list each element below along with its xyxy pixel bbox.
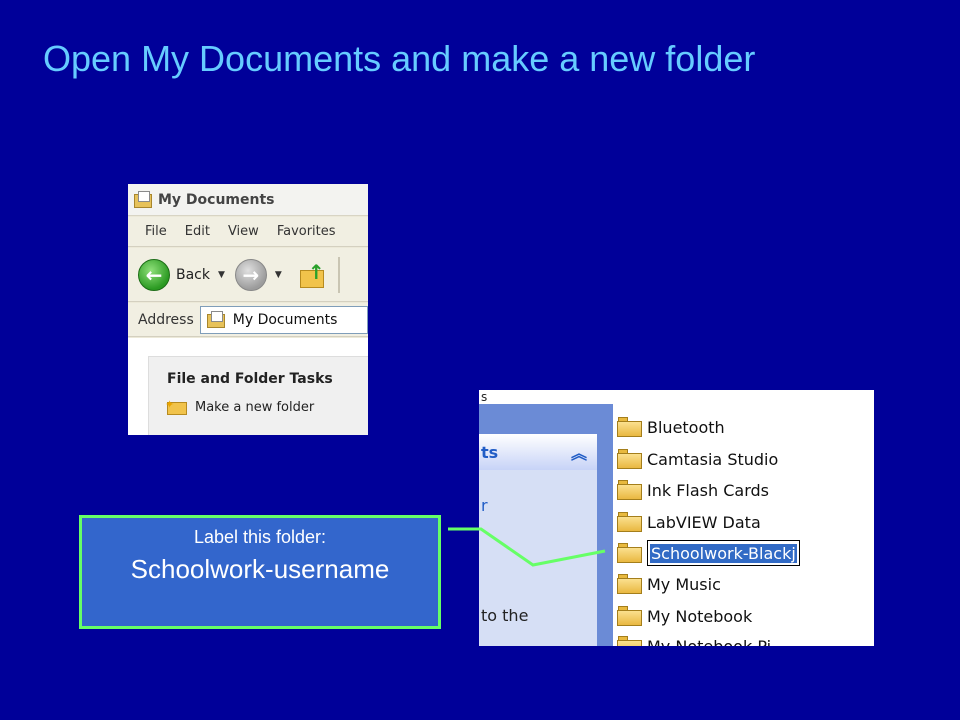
folder-name: My Music <box>647 574 721 594</box>
menu-bar: File Edit View Favorites <box>128 217 368 247</box>
callout-folder-name: Schoolwork-username <box>130 554 390 584</box>
folder-item-my-notebook-pi[interactable]: My Notebook Pi <box>617 632 771 646</box>
menu-favorites[interactable]: Favorites <box>268 224 345 239</box>
file-folder-tasks-panel: File and Folder Tasks ✦ Make a new folde… <box>148 356 368 435</box>
folder-name: Ink Flash Cards <box>647 480 769 500</box>
window-title: My Documents <box>158 191 275 208</box>
window-content: File and Folder Tasks ✦ Make a new folde… <box>128 338 368 435</box>
tasks-header: File and Folder Tasks <box>167 371 333 387</box>
my-documents-window-screenshot: My Documents File Edit View Favorites ← … <box>128 184 368 435</box>
folder-icon <box>617 574 643 594</box>
forward-arrow-icon[interactable]: → <box>234 258 267 291</box>
window-titlebar: My Documents <box>128 184 368 216</box>
address-value: My Documents <box>232 311 338 328</box>
folder-item-my-music[interactable]: My Music <box>617 570 721 598</box>
folder-item-labview-data[interactable]: LabVIEW Data <box>617 508 761 536</box>
toolbar: ← Back ▼ → ▼ ↑ <box>128 248 368 302</box>
folder-name: My Notebook Pi <box>647 636 772 647</box>
back-arrow-icon[interactable]: ← <box>138 258 170 291</box>
forward-dropdown-icon[interactable]: ▼ <box>275 270 282 280</box>
task-pane-panel: ts ︽ r to the <box>479 434 597 646</box>
folder-item-bluetooth[interactable]: Bluetooth <box>617 413 725 441</box>
folder-icon <box>617 417 643 437</box>
back-button-label[interactable]: Back <box>176 267 210 283</box>
menu-file[interactable]: File <box>128 224 176 239</box>
rename-selected-text: Schoolwork-Blackj <box>650 543 797 563</box>
my-documents-icon <box>132 190 154 210</box>
folder-icon <box>617 449 643 469</box>
make-new-folder-label: Make a new folder <box>195 399 315 415</box>
task-pane-header[interactable]: ts ︽ <box>479 434 597 470</box>
rename-input[interactable]: Schoolwork-Blackj <box>647 540 800 566</box>
task-pane: ts ︽ r to the <box>479 404 613 646</box>
task-pane-header-text: ts <box>481 442 499 462</box>
address-label: Address <box>138 311 194 328</box>
top-fragment: s <box>479 390 874 404</box>
menu-view[interactable]: View <box>219 224 268 239</box>
folder-item-my-notebook[interactable]: My Notebook <box>617 602 752 630</box>
slide-title: Open My Documents and make a new folder <box>43 38 756 79</box>
collapse-chevron-icon[interactable]: ︽ <box>571 440 587 464</box>
folder-icon <box>617 480 643 500</box>
address-bar: Address My Documents <box>128 303 368 337</box>
folder-list-screenshot: s ts ︽ r to the Bluetooth Camtasia Studi… <box>479 390 874 646</box>
new-folder-icon: ✦ <box>165 398 187 415</box>
folder-name: Camtasia Studio <box>647 449 779 469</box>
folder-list: Bluetooth Camtasia Studio Ink Flash Card… <box>613 404 874 646</box>
folder-icon <box>617 512 643 532</box>
callout-label: Label this folder: <box>193 527 327 547</box>
folder-item-camtasia-studio[interactable]: Camtasia Studio <box>617 445 778 473</box>
my-documents-icon <box>205 310 227 330</box>
folder-name: LabVIEW Data <box>647 512 761 532</box>
instruction-callout: Label this folder: Schoolwork-username <box>79 515 441 629</box>
folder-icon <box>617 606 643 626</box>
folder-item-renaming[interactable]: Schoolwork-Blackj <box>617 539 800 567</box>
task-pane-fragment: to the <box>481 606 529 625</box>
address-field[interactable]: My Documents <box>199 305 368 334</box>
folder-name: My Notebook <box>647 606 753 626</box>
folder-name: Bluetooth <box>647 417 725 437</box>
folder-up-icon[interactable]: ↑ <box>298 260 328 290</box>
make-new-folder-link[interactable]: ✦ Make a new folder <box>149 387 368 415</box>
folder-icon <box>617 636 643 646</box>
task-pane-fragment: r <box>481 496 488 515</box>
menu-edit[interactable]: Edit <box>176 224 219 239</box>
folder-icon <box>617 543 643 563</box>
back-dropdown-icon[interactable]: ▼ <box>218 270 225 280</box>
folder-item-ink-flash-cards[interactable]: Ink Flash Cards <box>617 476 769 504</box>
toolbar-separator <box>337 256 340 293</box>
